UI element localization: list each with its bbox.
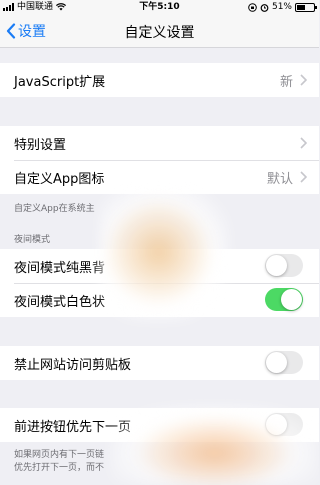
navigation-bar: 设置 自定义设置	[0, 14, 319, 48]
row-label: 夜间模式纯黑背	[14, 260, 106, 276]
chevron-right-icon	[300, 137, 307, 149]
chevron-right-icon	[300, 171, 307, 183]
battery-percent: 51%	[271, 2, 292, 12]
screen: 中国联通 下午5:10 51% 设置 自定义设置 JavaScript扩展 新 …	[0, 0, 319, 485]
row-label: 特别设置	[14, 137, 67, 153]
row-label: 禁止网站访问剪贴板	[14, 357, 132, 373]
icon-footer-note: 自定义App在系统主	[14, 204, 95, 214]
group-clipboard: 禁止网站访问剪贴板	[0, 346, 319, 380]
status-bar: 中国联通 下午5:10 51%	[0, 0, 319, 14]
toggle-knob	[266, 255, 287, 276]
alarm-icon	[260, 3, 269, 12]
row-label: JavaScript扩展	[14, 74, 106, 90]
toggle-knob	[266, 352, 287, 373]
page-title: 自定义设置	[124, 25, 195, 41]
night-black-toggle[interactable]	[265, 254, 303, 277]
night-white-toggle[interactable]	[265, 288, 303, 311]
orientation-lock-icon	[248, 2, 257, 12]
row-special-settings[interactable]: 特别设置	[0, 126, 319, 160]
privacy-blur	[100, 182, 230, 322]
group-extensions: JavaScript扩展 新	[0, 63, 319, 97]
chevron-right-icon	[300, 74, 307, 86]
row-label: 夜间模式白色状	[14, 294, 106, 310]
forward-footer-note-line1: 如果网页内有下一页链	[14, 450, 105, 460]
row-block-clipboard: 禁止网站访问剪贴板	[0, 346, 319, 380]
status-right: 51%	[248, 0, 317, 14]
row-value: 默认	[266, 171, 293, 187]
battery-icon	[295, 2, 317, 12]
row-label: 自定义App图标	[14, 171, 105, 187]
privacy-blur	[110, 405, 319, 485]
row-javascript-extension[interactable]: JavaScript扩展 新	[0, 63, 319, 97]
forward-footer-note-line2: 优先打开下一页，而不	[14, 463, 105, 473]
toggle-knob	[281, 289, 302, 310]
night-mode-section-header: 夜间模式	[14, 235, 51, 245]
row-value: 新	[279, 74, 293, 90]
block-clipboard-toggle[interactable]	[265, 351, 303, 374]
